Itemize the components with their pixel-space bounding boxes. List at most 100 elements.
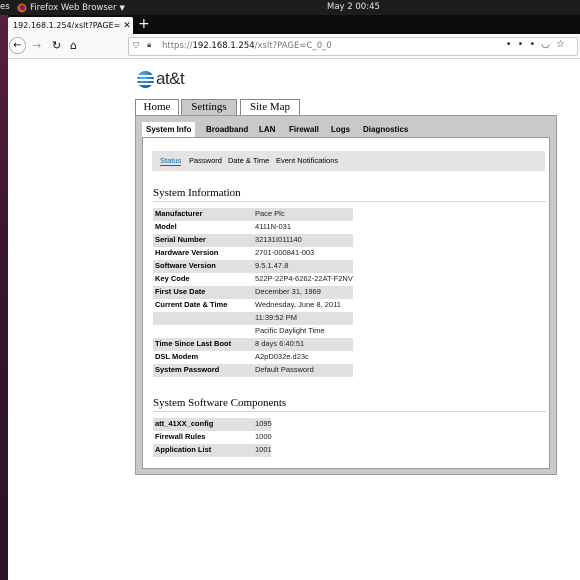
tab-settings[interactable]: Settings bbox=[181, 99, 237, 115]
tab-logs[interactable]: Logs bbox=[331, 122, 350, 137]
link-password[interactable]: Password bbox=[189, 156, 222, 165]
settings-frame: System Info Broadband LAN Firewall Logs … bbox=[135, 115, 557, 475]
page-viewport: at&t Home Settings Site Map System Info … bbox=[8, 59, 580, 580]
row-key: Hardware Version bbox=[155, 248, 219, 257]
navigation-toolbar: ← → ↻ ⌂ ⛉ 🔒︎ https://192.168.1.254/xslt?… bbox=[8, 34, 580, 59]
pocket-icon[interactable]: ◡ bbox=[541, 39, 556, 50]
table-row: 11:39:52 PM bbox=[153, 312, 353, 325]
browser-tab-strip: 192.168.1.254/xslt?PAGE=C ✕ + bbox=[8, 15, 580, 34]
table-row: DSL Modem A2pD032e.d23c bbox=[153, 351, 353, 364]
link-date-time[interactable]: Date & Time bbox=[228, 156, 269, 165]
row-key: att_41XX_config bbox=[153, 418, 253, 431]
row-key: DSL Modem bbox=[155, 352, 199, 361]
row-key: Current Date & Time bbox=[155, 300, 228, 309]
row-value: 4111N-031 bbox=[255, 222, 291, 231]
table-row: Model 4111N-031 bbox=[153, 221, 353, 234]
row-key: System Password bbox=[153, 364, 253, 377]
att-logo: at&t bbox=[137, 69, 185, 89]
new-tab-icon[interactable]: + bbox=[138, 16, 150, 33]
link-status[interactable]: Status bbox=[160, 156, 182, 166]
row-value: Pacific Daylight Time bbox=[255, 326, 325, 335]
row-value: A2pD032e.d23c bbox=[255, 352, 309, 361]
software-components-title: System Software Components bbox=[153, 397, 287, 409]
row-value: 9.5.1.47.8 bbox=[253, 260, 353, 273]
back-icon[interactable]: ← bbox=[9, 37, 26, 54]
page-actions: •••◡☆ bbox=[506, 39, 571, 50]
firefox-icon bbox=[17, 3, 27, 12]
desktop-dock bbox=[0, 15, 8, 580]
system-info-panel: Status Password Date & Time Event Notifi… bbox=[142, 137, 550, 469]
row-key: Model bbox=[155, 222, 177, 231]
url-text[interactable]: https://192.168.1.254/xslt?PAGE=C_0_0 bbox=[162, 41, 332, 51]
system-information-table: Manufacturer Pace Plc Model 4111N-031 Seri… bbox=[153, 208, 353, 377]
address-bar[interactable]: ⛉ 🔒︎ https://192.168.1.254/xslt?PAGE=C_0… bbox=[128, 37, 578, 56]
url-prefix: https:// bbox=[162, 41, 193, 51]
home-icon[interactable]: ⌂ bbox=[70, 38, 77, 54]
row-value: 2701-000841-003 bbox=[255, 248, 315, 257]
row-value: 8 days 6:40:51 bbox=[253, 338, 353, 351]
table-row: Pacific Daylight Time bbox=[153, 325, 353, 338]
bookmark-star-icon[interactable]: ☆ bbox=[556, 39, 571, 50]
table-row: Current Date & Time Wednesday, June 8, 20… bbox=[153, 299, 353, 312]
clock[interactable]: May 2 00:45 bbox=[327, 2, 380, 12]
tab-broadband[interactable]: Broadband bbox=[206, 122, 248, 137]
tab-title: 192.168.1.254/xslt?PAGE=C bbox=[13, 21, 121, 30]
warning-lock-icon[interactable]: 🔒︎ bbox=[147, 40, 151, 50]
tab-site-map[interactable]: Site Map bbox=[240, 99, 300, 115]
table-row: Firewall Rules 1000 bbox=[153, 431, 353, 444]
tab-system-info[interactable]: System Info bbox=[142, 122, 196, 137]
row-key: Key Code bbox=[155, 274, 190, 283]
url-path: /xslt?PAGE=C_0_0 bbox=[254, 41, 332, 51]
reload-icon[interactable]: ↻ bbox=[52, 38, 61, 54]
software-components-table: att_41XX_config 1095 Firewall Rules 1000 A… bbox=[153, 418, 353, 457]
system-information-title: System Information bbox=[153, 187, 241, 199]
table-row: Serial Number 32131I011140 bbox=[153, 234, 353, 247]
row-value: December 31, 1969 bbox=[253, 286, 353, 299]
browser-tab[interactable]: 192.168.1.254/xslt?PAGE=C ✕ bbox=[8, 17, 133, 34]
row-key: First Use Date bbox=[153, 286, 253, 299]
forward-icon[interactable]: → bbox=[32, 38, 41, 54]
section-divider bbox=[153, 201, 546, 202]
row-key: Manufacturer bbox=[153, 208, 253, 221]
table-row: Software Version 9.5.1.47.8 bbox=[153, 260, 353, 273]
tab-lan[interactable]: LAN bbox=[259, 122, 275, 137]
tab-diagnostics[interactable]: Diagnostics bbox=[363, 122, 408, 137]
row-value: Wednesday, June 8, 2011 bbox=[255, 300, 341, 309]
shield-icon[interactable]: ⛉ bbox=[133, 41, 139, 51]
row-key: Software Version bbox=[153, 260, 253, 273]
table-row: System Password Default Password bbox=[153, 364, 353, 377]
logo-text: at&t bbox=[156, 69, 185, 88]
section-divider bbox=[153, 411, 546, 412]
row-value: 1001 bbox=[253, 444, 272, 457]
dropdown-arrow-icon: ▼ bbox=[119, 3, 125, 12]
row-value: Default Password bbox=[253, 364, 353, 377]
att-globe-icon bbox=[137, 70, 154, 88]
row-value: 1000 bbox=[255, 432, 272, 441]
link-event-notifications[interactable]: Event Notifications bbox=[276, 156, 338, 165]
system-info-links: Status Password Date & Time Event Notifi… bbox=[152, 151, 545, 171]
table-row: Key Code 522P-22P4-6262-22AT-F2NV bbox=[153, 273, 353, 286]
system-top-bar: es Firefox Web Browser ▼ May 2 00:45 bbox=[0, 0, 580, 15]
table-row: First Use Date December 31, 1969 bbox=[153, 286, 353, 299]
more-actions-icon[interactable]: ••• bbox=[506, 39, 542, 50]
row-key: Serial Number bbox=[153, 234, 253, 247]
tab-home[interactable]: Home bbox=[135, 99, 179, 115]
row-value: Pace Plc bbox=[253, 208, 353, 221]
table-row: Time Since Last Boot 8 days 6:40:51 bbox=[153, 338, 353, 351]
table-row: Hardware Version 2701-000841-003 bbox=[153, 247, 353, 260]
row-value: 32131I011140 bbox=[253, 234, 353, 247]
row-key: Firewall Rules bbox=[155, 432, 206, 441]
row-key bbox=[153, 325, 253, 338]
row-key: Application List bbox=[153, 444, 253, 457]
url-host: 192.168.1.254 bbox=[192, 41, 255, 51]
tab-firewall[interactable]: Firewall bbox=[289, 122, 319, 137]
row-key bbox=[153, 312, 253, 325]
table-row: Manufacturer Pace Plc bbox=[153, 208, 353, 221]
table-row: Application List 1001 bbox=[153, 444, 353, 457]
row-value: 1095 bbox=[253, 418, 272, 431]
app-menu[interactable]: Firefox Web Browser ▼ bbox=[17, 0, 125, 15]
activities-label[interactable]: es bbox=[0, 2, 10, 12]
close-tab-icon[interactable]: ✕ bbox=[121, 21, 133, 31]
table-row: att_41XX_config 1095 bbox=[153, 418, 353, 431]
app-name: Firefox Web Browser bbox=[30, 2, 117, 13]
